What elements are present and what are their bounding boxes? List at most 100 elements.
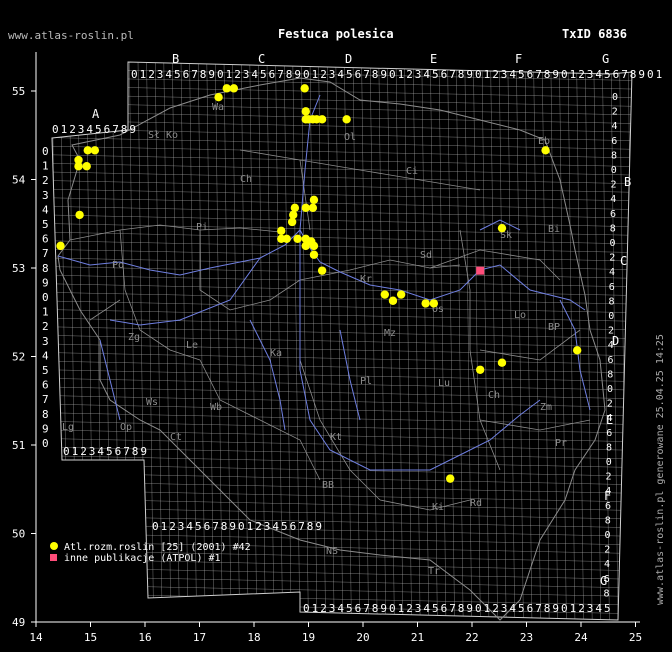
column-letter: A <box>92 107 100 121</box>
region-code: Ch <box>240 174 252 185</box>
grid-digit: 6 <box>527 68 534 81</box>
row-digit-right: 0 <box>611 165 617 176</box>
row-letter: B <box>624 175 631 189</box>
occurrence-point <box>475 365 485 374</box>
region-code: Bi <box>548 224 560 235</box>
row-digit-right: 6 <box>606 428 612 439</box>
occurrence-point <box>317 115 327 124</box>
grid-digit: 3 <box>243 68 250 81</box>
region-code: Le <box>186 340 198 351</box>
region-code: Pr <box>555 438 567 449</box>
region-code: Pi <box>196 222 208 233</box>
grid-digit: 7 <box>449 68 456 81</box>
region-code: Op <box>120 422 132 433</box>
grid-digit: 8 <box>458 68 465 81</box>
grid-digit: 8 <box>200 68 207 81</box>
grid-digit: 2 <box>69 123 76 136</box>
x-tick-label: 25 <box>629 631 642 644</box>
y-tick-label: 52 <box>12 351 25 364</box>
grid-digit: 3 <box>264 520 271 533</box>
region-code: Ci <box>406 166 418 177</box>
grid-digit: 4 <box>595 602 602 615</box>
x-tick-label: 23 <box>520 631 533 644</box>
grid-digit: 3 <box>329 68 336 81</box>
grid-digit: 1 <box>312 602 319 615</box>
grid-digit: 2 <box>80 445 87 458</box>
occurrence-point <box>497 358 507 367</box>
region-code: Ol <box>344 132 356 143</box>
occurrence-point <box>56 241 65 251</box>
row-digit-right: 2 <box>606 472 612 483</box>
occurrence-point <box>421 299 430 308</box>
map-title: Festuca polesica <box>278 27 394 41</box>
row-digit-right: 4 <box>609 267 615 278</box>
row-digit: 4 <box>42 203 49 216</box>
row-digit-right: 6 <box>610 209 616 220</box>
grid-digit: 9 <box>466 602 473 615</box>
row-digit: 3 <box>42 335 49 348</box>
row-digit-right: 4 <box>612 121 618 132</box>
region-code: Lo <box>514 310 526 321</box>
region-code: Zg <box>128 332 140 343</box>
x-tick-label: 16 <box>138 631 151 644</box>
occurrence-point <box>429 299 439 308</box>
grid-digit: 4 <box>86 123 93 136</box>
occurrence-point <box>277 234 286 243</box>
column-letter: C <box>258 52 265 66</box>
x-tick-label: 20 <box>356 631 369 644</box>
row-digit: 8 <box>42 262 49 275</box>
grid-digit: 2 <box>169 520 176 533</box>
x-tick-label: 19 <box>302 631 315 644</box>
grid-digit: 9 <box>380 68 387 81</box>
grid-digit: 3 <box>157 68 164 81</box>
grid-digit: 3 <box>78 123 85 136</box>
occurrence-point <box>541 146 550 155</box>
column-letter: E <box>430 52 437 66</box>
grid-digit: 8 <box>544 68 551 81</box>
grid-digit: 5 <box>518 602 525 615</box>
occurrence-point <box>75 210 84 220</box>
region-code: Ki <box>432 502 444 513</box>
grid-digit: 3 <box>415 68 422 81</box>
occurrence-point <box>229 84 239 93</box>
grid-digit: 5 <box>260 68 267 81</box>
grid-digit: 9 <box>552 602 559 615</box>
grid-digit: 8 <box>132 445 139 458</box>
row-digit: 9 <box>42 422 49 435</box>
region-code: NS <box>326 546 338 557</box>
grid-digit: 1 <box>570 68 577 81</box>
occurrence-point <box>293 234 302 243</box>
region-code: Pl <box>360 376 372 387</box>
grid-digit: 0 <box>303 602 310 615</box>
region-code: Sd <box>420 250 432 261</box>
grid-digit: 0 <box>475 68 482 81</box>
site-watermark: www.atlas-roslin.pl <box>8 29 134 42</box>
row-digit: 7 <box>42 247 49 260</box>
region-code: Ct <box>170 432 182 443</box>
grid-digit: 1 <box>247 520 254 533</box>
row-digit: 2 <box>42 174 49 187</box>
row-digit-right: 8 <box>607 369 613 380</box>
grid-digit: 4 <box>251 68 258 81</box>
grid-digit: 6 <box>613 68 620 81</box>
occurrence-point <box>300 84 309 93</box>
region-code: Sł <box>148 130 160 141</box>
grid-digit: 2 <box>406 68 413 81</box>
publication-point <box>476 266 485 275</box>
grid-digit: 7 <box>621 68 628 81</box>
occurrence-point <box>317 266 327 275</box>
region-code: Mz <box>384 328 396 339</box>
grid-digit: 4 <box>337 68 344 81</box>
row-digit: 1 <box>42 306 49 319</box>
grid-digit: 1 <box>484 602 491 615</box>
region-code: Kt <box>330 432 342 443</box>
grid-digit: 0 <box>238 520 245 533</box>
grid-digit: 7 <box>535 68 542 81</box>
grid-digit: 8 <box>458 602 465 615</box>
grid-digit: 9 <box>552 68 559 81</box>
x-tick-label: 17 <box>193 631 206 644</box>
grid-digit: 7 <box>363 602 370 615</box>
grid-digit: 8 <box>286 68 293 81</box>
row-digit-right: 8 <box>605 515 611 526</box>
grid-digit: 6 <box>355 68 362 81</box>
